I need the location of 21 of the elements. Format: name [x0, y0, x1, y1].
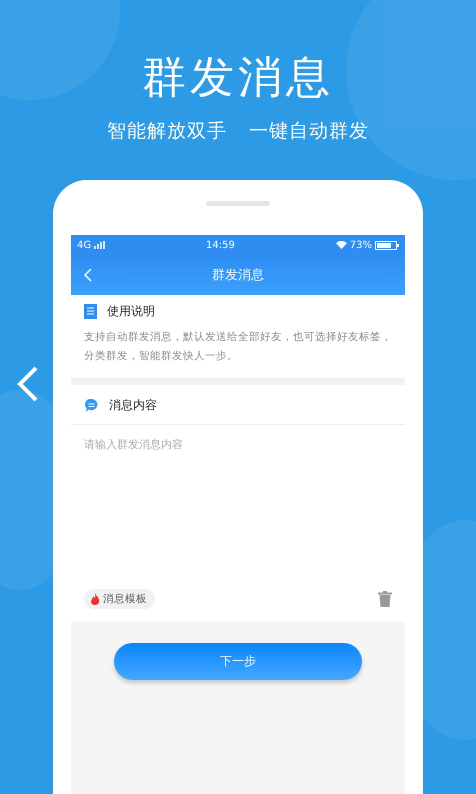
network-indicator: 4G	[77, 240, 92, 250]
status-time: 14:59	[206, 240, 235, 250]
flame-icon	[90, 593, 100, 605]
battery-level: 73%	[350, 240, 372, 250]
back-icon[interactable]	[83, 268, 92, 282]
wifi-icon	[336, 241, 347, 249]
section-title: 使用说明	[107, 303, 155, 320]
battery-icon	[375, 240, 399, 250]
nav-title: 群发消息	[212, 267, 264, 284]
section-title: 消息内容	[109, 397, 157, 414]
chat-bubble-icon	[84, 398, 99, 413]
signal-icon	[94, 241, 106, 249]
document-icon	[84, 304, 97, 319]
promo-subtitle: 一键自动群发	[249, 119, 369, 144]
chevron-left-icon[interactable]	[16, 366, 40, 402]
trash-icon[interactable]	[378, 591, 392, 607]
template-button[interactable]: 消息模板	[84, 589, 155, 609]
phone-speaker	[206, 201, 270, 206]
instructions-text: 支持自动群发消息，默认发送给全部好友，也可选择好友标签，分类群发，智能群发快人一步。	[84, 330, 392, 364]
promo-title: 群发消息	[142, 52, 334, 104]
promo-subtitle: 智能解放双手	[107, 119, 227, 144]
